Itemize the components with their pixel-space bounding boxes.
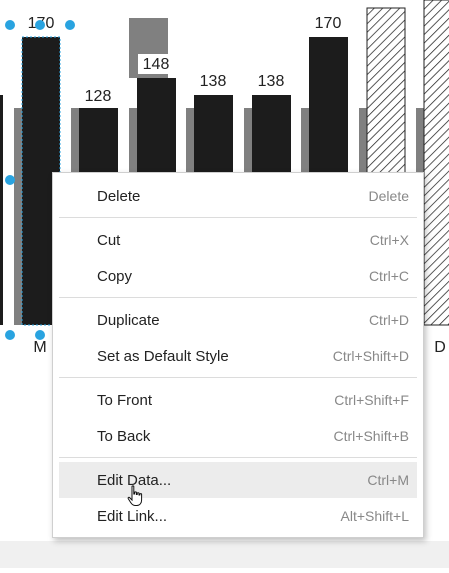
menu-item-copy[interactable]: Copy Ctrl+C xyxy=(59,258,417,294)
selection-handle[interactable] xyxy=(5,175,15,185)
menu-label: To Front xyxy=(97,391,153,409)
menu-label: To Back xyxy=(97,427,151,445)
menu-shortcut: Ctrl+Shift+F xyxy=(334,392,409,408)
shadow-bar xyxy=(14,108,22,325)
menu-label: Cut xyxy=(97,231,121,249)
data-label: 138 xyxy=(258,73,285,90)
menu-shortcut: Ctrl+D xyxy=(368,312,409,328)
menu-item-to-back[interactable]: To Back Ctrl+Shift+B xyxy=(59,418,417,454)
menu-shortcut: Ctrl+C xyxy=(368,268,409,284)
menu-label: Duplicate xyxy=(97,311,160,329)
menu-item-duplicate[interactable]: Duplicate Ctrl+D xyxy=(59,302,417,338)
data-label: 138 xyxy=(200,73,227,90)
menu-separator xyxy=(59,377,417,378)
menu-separator xyxy=(59,217,417,218)
menu-item-set-default-style[interactable]: Set as Default Style Ctrl+Shift+D xyxy=(59,338,417,374)
menu-separator xyxy=(59,297,417,298)
hand-pointer-icon xyxy=(127,485,145,512)
data-label: 148 xyxy=(143,56,170,73)
menu-shortcut: Delete xyxy=(368,188,409,204)
menu-label: Delete xyxy=(97,187,141,205)
menu-shortcut: Ctrl+X xyxy=(369,232,409,248)
bar-left-partial[interactable] xyxy=(0,95,3,325)
menu-separator xyxy=(59,457,417,458)
bar-hatched-b[interactable] xyxy=(423,0,449,326)
bottom-bar xyxy=(0,541,449,568)
menu-shortcut: Ctrl+Shift+D xyxy=(332,348,409,364)
menu-item-to-front[interactable]: To Front Ctrl+Shift+F xyxy=(59,382,417,418)
selection-handle[interactable] xyxy=(35,20,45,30)
menu-label: Set as Default Style xyxy=(97,347,229,365)
menu-shortcut: Alt+Shift+L xyxy=(340,508,410,524)
category-label: D xyxy=(434,339,446,356)
selection-handle[interactable] xyxy=(5,330,15,340)
context-menu: Delete Delete Cut Ctrl+X Copy Ctrl+C Dup… xyxy=(52,172,424,538)
data-label: 170 xyxy=(315,15,342,32)
menu-item-edit-link[interactable]: Edit Link... Alt+Shift+L xyxy=(59,498,417,534)
menu-item-edit-data[interactable]: Edit Data... Ctrl+M xyxy=(59,462,417,498)
menu-item-cut[interactable]: Cut Ctrl+X xyxy=(59,222,417,258)
menu-shortcut: Ctrl+Shift+B xyxy=(333,428,409,444)
menu-label: Copy xyxy=(97,267,133,285)
selection-handle[interactable] xyxy=(65,20,75,30)
selection-handle[interactable] xyxy=(5,20,15,30)
menu-item-delete[interactable]: Delete Delete xyxy=(59,178,417,214)
category-label: M xyxy=(33,339,46,356)
selection-handle[interactable] xyxy=(35,330,45,340)
menu-shortcut: Ctrl+M xyxy=(367,472,409,488)
data-label: 128 xyxy=(85,88,112,105)
